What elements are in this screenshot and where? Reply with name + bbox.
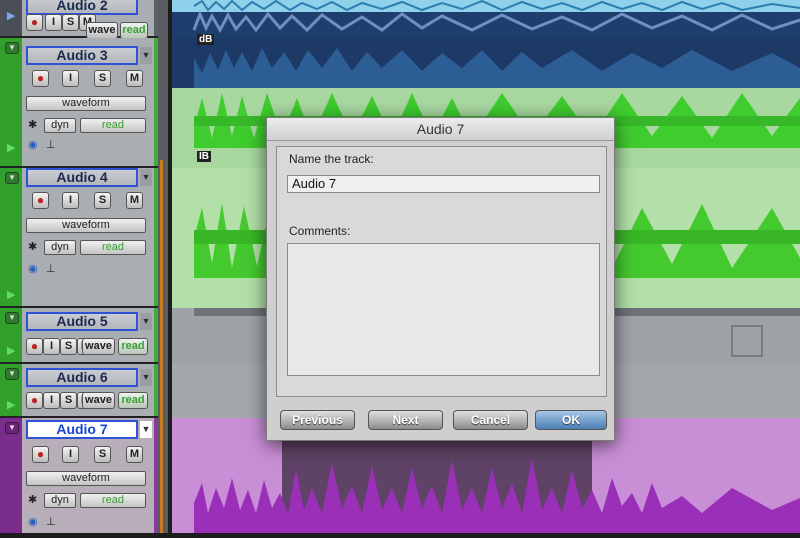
next-button[interactable]: Next [368,410,443,430]
input-monitor-button[interactable]: I [62,192,79,209]
target-icon[interactable]: ◉ [28,515,38,528]
lane-db-label: IB [197,151,211,162]
dyn-selector[interactable]: dyn [44,240,76,255]
track-name-field[interactable]: Audio 6 [26,368,138,387]
automation-read-button[interactable]: read [118,338,148,355]
dialog-body: Name the track: Audio 7 Comments: [276,146,607,397]
collapse-toggle-icon[interactable]: ▼ [5,422,19,434]
level-meter [158,0,168,533]
target-icon[interactable]: ◉ [28,262,38,275]
automation-read-button[interactable]: read [80,118,146,133]
play-icon[interactable]: ▶ [7,141,15,154]
track-header-audio-3[interactable]: ▼ ▶ Audio 3 ▼ ● I S M waveform ✱ dyn rea… [0,38,158,168]
wave-button[interactable]: wave [82,338,115,355]
track-name-field[interactable]: Audio 3 [26,46,138,65]
cancel-button[interactable]: Cancel [453,410,528,430]
track-header-audio-7[interactable]: ▼ Audio 7 ▼ ● I S M waveform ✱ dyn read … [0,418,158,533]
solo-button[interactable]: S [94,446,111,463]
track-header-audio-6[interactable]: ▼ ▶ Audio 6 ▼ ● I S M wave read [0,364,158,418]
track-name-field[interactable]: Audio 2 [26,0,138,15]
solo-button[interactable]: S [60,392,77,409]
record-button[interactable]: ● [32,70,49,87]
input-monitor-button[interactable]: I [62,446,79,463]
comments-textarea[interactable] [287,243,600,376]
automation-read-button[interactable]: read [80,493,146,508]
ok-button[interactable]: OK [535,410,607,430]
solo-button[interactable]: S [60,338,77,355]
track-name-field[interactable]: Audio 4 [26,168,138,187]
target-icon[interactable]: ◉ [28,138,38,151]
automation-read-button[interactable]: read [80,240,146,255]
track-name-field[interactable]: Audio 5 [26,312,138,331]
view-selector[interactable]: waveform [26,96,146,111]
asterisk-icon[interactable]: ✱ [28,240,37,253]
wave-button[interactable]: wave [86,22,118,39]
track-header-audio-4[interactable]: ▼ ▶ Audio 4 ▼ ● I S M waveform ✱ dyn rea… [0,168,158,308]
record-button[interactable]: ● [32,446,49,463]
chevron-down-icon[interactable]: ▼ [140,421,152,438]
chevron-down-icon[interactable]: ▼ [140,169,152,186]
input-monitor-button[interactable]: I [43,392,60,409]
input-monitor-button[interactable]: I [43,338,60,355]
automation-read-button[interactable]: read [120,22,148,39]
collapse-toggle-icon[interactable]: ▼ [5,42,19,54]
automation-read-button[interactable]: read [118,392,148,409]
rename-track-dialog: Audio 7 Name the track: Audio 7 Comments… [266,117,615,441]
collapse-toggle-icon[interactable]: ▼ [5,312,19,324]
dyn-selector[interactable]: dyn [44,493,76,508]
pan-icon: ⊥ [46,516,56,528]
record-button[interactable]: ● [26,14,43,31]
solo-button[interactable]: S [94,70,111,87]
play-icon[interactable]: ▶ [7,344,15,357]
chevron-down-icon[interactable]: ▼ [140,47,152,64]
lane-db-label: dB [197,34,215,45]
collapse-toggle-icon[interactable]: ▼ [5,172,19,184]
track-name-field[interactable]: Audio 7 [26,420,138,439]
mute-button[interactable]: M [126,446,143,463]
view-selector[interactable]: waveform [26,471,146,486]
previous-button[interactable]: Previous [280,410,355,430]
wave-button[interactable]: wave [82,392,115,409]
dyn-selector[interactable]: dyn [44,118,76,133]
chevron-down-icon[interactable]: ▼ [140,313,152,330]
mute-button[interactable]: M [126,70,143,87]
play-icon[interactable]: ▶ [7,288,15,301]
asterisk-icon[interactable]: ✱ [28,493,37,506]
track-name-input[interactable]: Audio 7 [287,175,600,193]
asterisk-icon[interactable]: ✱ [28,118,37,131]
waveform-audio-2 [172,0,800,38]
lane-audio-2[interactable] [172,0,800,38]
pan-icon: ⊥ [46,263,56,275]
record-button[interactable]: ● [26,338,43,355]
view-selector[interactable]: waveform [26,218,146,233]
collapse-toggle-icon[interactable]: ▼ [5,368,19,380]
record-button[interactable]: ● [26,392,43,409]
record-button[interactable]: ● [32,192,49,209]
pan-icon: ⊥ [46,139,56,151]
solo-button[interactable]: S [94,192,111,209]
play-icon[interactable]: ▶ [7,398,15,411]
solo-button[interactable]: S [62,14,79,31]
dialog-title: Audio 7 [267,118,614,141]
name-label: Name the track: [289,152,374,166]
play-icon[interactable]: ▶ [7,9,15,22]
track-header-audio-5[interactable]: ▼ ▶ Audio 5 ▼ ● I S M wave read [0,308,158,364]
input-monitor-button[interactable]: I [45,14,62,31]
chevron-down-icon[interactable]: ▼ [140,369,152,386]
input-monitor-button[interactable]: I [62,70,79,87]
comments-label: Comments: [289,224,351,238]
mute-button[interactable]: M [126,192,143,209]
track-header-audio-2[interactable]: ▶ Audio 2 ● I S M wave wave read [0,0,158,39]
